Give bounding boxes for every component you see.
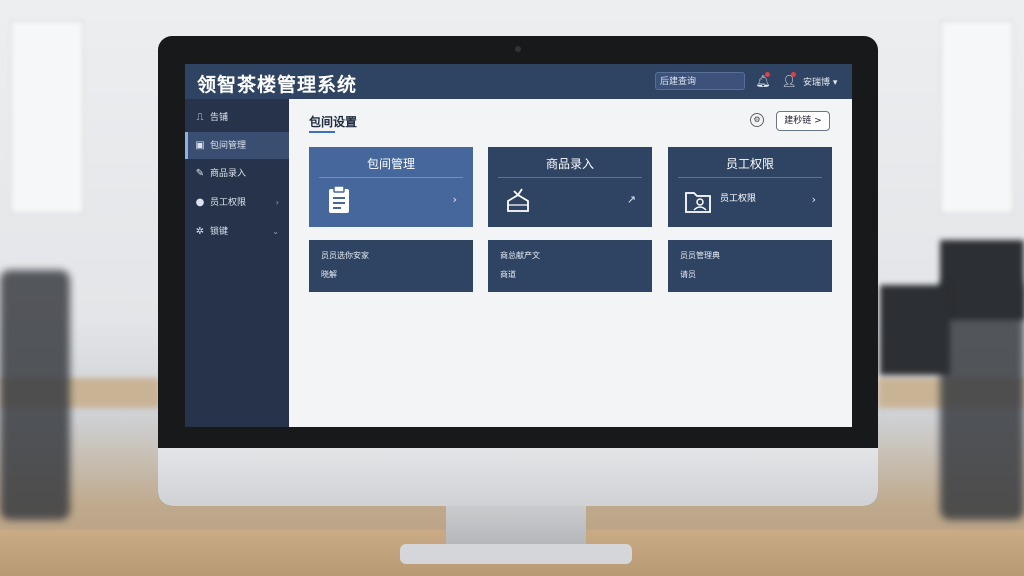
gear-icon: ✲ [195, 226, 205, 237]
chevron-right-icon: › [811, 193, 816, 206]
sidebar-item-label: 员工权限 [210, 198, 247, 208]
user-menu[interactable]: 安瑞博 ▾ [803, 75, 837, 88]
top-bar: 领智茶楼管理系统 后建查询 🔔︎ 👤︎ 安瑞博 ▾ [185, 64, 852, 99]
sidebar-item-settings[interactable]: ✲ 锁键 ⌄ [185, 218, 289, 245]
card-title: 员工权限 [725, 157, 774, 171]
sidebar-item-products[interactable]: ✎ 商品录入 [185, 160, 289, 187]
info-card-line: 商道 [500, 270, 516, 279]
sidebar-item-dashboard[interactable]: ⎍ 告铺 [185, 104, 289, 131]
title-underline [309, 131, 335, 133]
sidebar-item-label: 商品录入 [210, 169, 247, 179]
page-title: 包间设置 [309, 115, 358, 129]
info-card[interactable]: 员员选你安家 晓解 [309, 240, 473, 292]
background-monitor [940, 240, 1024, 320]
sidebar-item-label: 锁键 [210, 227, 229, 237]
info-card[interactable]: 商总献产文 商道 [488, 240, 652, 292]
sidebar-item-label: 告铺 [210, 113, 229, 123]
monitor-stand [446, 506, 586, 546]
chevron-right-icon: › [452, 193, 457, 206]
clipboard-icon [329, 185, 349, 213]
edit-icon: ✎ [195, 168, 205, 179]
settings-icon[interactable]: ⚙︎ [750, 113, 764, 127]
info-card-line: 商总献产文 [500, 251, 540, 260]
background-window [940, 20, 1014, 214]
sidebar-item-staff[interactable]: ● 员工权限 › [185, 189, 289, 216]
info-card-line: 请员 [680, 270, 696, 279]
card-room-management[interactable]: 包间管理 › [309, 147, 473, 227]
camera-icon [515, 46, 521, 52]
card-divider [678, 177, 822, 178]
chevron-down-icon: ⌄ [272, 227, 279, 236]
info-card[interactable]: 员员管理典 请员 [668, 240, 832, 292]
grid-icon: ▣ [195, 140, 205, 151]
monitor-chin [158, 448, 878, 506]
background-window [10, 20, 84, 214]
user-icon: ● [195, 197, 205, 208]
more-button[interactable]: 建秒链 > [776, 111, 830, 131]
app-window: 领智茶楼管理系统 后建查询 🔔︎ 👤︎ 安瑞博 ▾ ⎍ 告铺 ▣ 包间管理 ✎ 商品录… [185, 64, 852, 427]
main-content: 包间设置 ⚙︎ 建秒链 > 包间管理 › 商品录入 ↗ 员工权限 员工权限 › … [289, 99, 852, 427]
info-card-line: 员员管理典 [680, 251, 720, 260]
product-icon [507, 188, 529, 212]
user-name: 安瑞博 [803, 78, 831, 88]
card-divider [498, 177, 642, 178]
card-product-entry[interactable]: 商品录入 ↗ [488, 147, 652, 227]
card-staff-permissions[interactable]: 员工权限 员工权限 › [668, 147, 832, 227]
sidebar-item-rooms[interactable]: ▣ 包间管理 [185, 132, 289, 159]
monitor-stand-base [400, 544, 632, 564]
chevron-down-icon: ▾ [832, 78, 838, 88]
app-title: 领智茶楼管理系统 [197, 74, 358, 96]
chart-icon: ⎍ [196, 112, 204, 123]
chevron-right-icon: › [275, 198, 279, 207]
sidebar: ⎍ 告铺 ▣ 包间管理 ✎ 商品录入 ● 员工权限 › ✲ 锁键 ⌄ [185, 99, 289, 427]
background-monitor [880, 285, 950, 375]
card-subtitle: 员工权限 [720, 194, 757, 204]
notification-dot [765, 72, 770, 77]
sidebar-item-label: 包间管理 [210, 141, 247, 151]
card-title: 包间管理 [366, 157, 415, 171]
card-title: 商品录入 [545, 157, 594, 171]
card-divider [319, 177, 463, 178]
notification-dot [791, 72, 796, 77]
background-chair [0, 270, 70, 520]
arrow-icon: ↗ [626, 193, 636, 206]
info-card-line: 员员选你安家 [321, 251, 369, 260]
search-input[interactable]: 后建查询 [655, 72, 745, 90]
info-card-line: 晓解 [321, 270, 337, 279]
folder-user-icon [685, 192, 711, 213]
